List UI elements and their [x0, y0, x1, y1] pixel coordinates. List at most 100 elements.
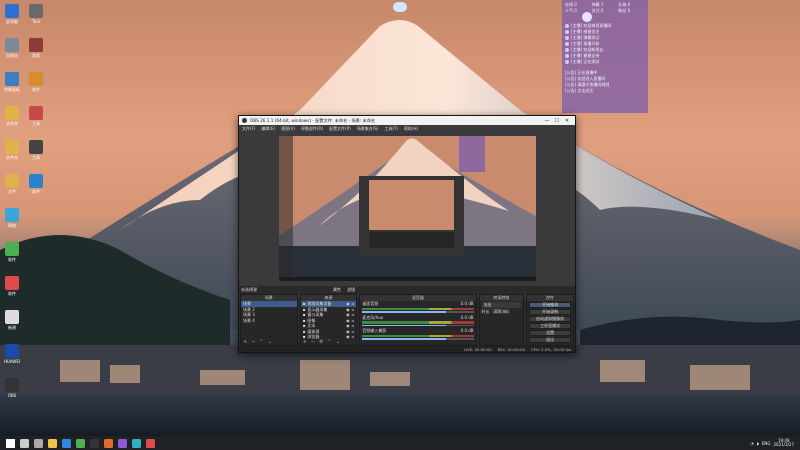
start-icon[interactable]	[5, 438, 15, 448]
control-button[interactable]: 工作室模式	[529, 323, 571, 329]
desktop-icon[interactable]: 网络	[0, 208, 24, 228]
app-icon[interactable]	[145, 438, 155, 448]
taskbar: ◔ ◗ ENG 19:48 2021/3/27	[0, 436, 800, 450]
volume-slider[interactable]	[362, 311, 474, 313]
user-dot-icon	[565, 35, 569, 40]
chat-message-text: [主播] 欢迎新朋友	[571, 47, 604, 52]
sources-footer: + − ⚙ ⌃ ⌄	[301, 338, 357, 345]
document-icon	[5, 310, 19, 324]
preview-canvas[interactable]	[279, 136, 536, 281]
search-icon[interactable]	[19, 438, 29, 448]
task-view-icon[interactable]	[33, 438, 43, 448]
stream-chat-panel[interactable]: 在线 0 弹幕 1 礼物 0 人气 0 关注 0 粉丝 0 [主播] 欢迎来到直播间 [主播…	[562, 0, 648, 113]
chat-message: [主播] 弹幕测试	[565, 35, 645, 40]
volume-fill	[362, 338, 446, 340]
transition-select[interactable]: 淡出	[481, 302, 522, 308]
app-icon[interactable]	[131, 438, 141, 448]
properties-button[interactable]: 属性	[333, 287, 341, 293]
chat-message-text: [主播] 弹幕测试	[571, 35, 600, 40]
rec-status: REC: 00:00:00	[497, 346, 525, 352]
filters-button[interactable]: 滤镜	[347, 287, 355, 293]
move-down-icon[interactable]: ⌄	[336, 339, 340, 345]
gear-icon[interactable]: ⚙	[319, 339, 323, 345]
move-down-icon[interactable]: ⌄	[268, 339, 272, 345]
app-icon	[29, 174, 43, 188]
duration-input[interactable]: 300 ms	[491, 308, 511, 314]
chrome-icon[interactable]	[75, 438, 85, 448]
scenes-footer: + − ⌃ ⌄	[241, 338, 297, 345]
sources-dock: 来源 ▪ 视频采集设备 ◉ ▫ ▪ 显示器采集 ◉ ▫ ▪ 窗口采集 ◉ ▫ ▪ 图像 ◉ ▫ ▪ 文本 ◉ ▫ ▪ 媒体…	[299, 294, 358, 346]
network-icon	[5, 208, 19, 222]
add-icon[interactable]: +	[243, 339, 247, 345]
language-indicator[interactable]: ENG	[762, 441, 771, 446]
chat-notices: [公告] 正在直播中 [公告] 欢迎进入直播间 [公告] 请遵守直播间规则 [公告] …	[565, 70, 645, 93]
network-icon[interactable]: ◔	[750, 441, 754, 446]
minimize-button[interactable]: —	[542, 118, 552, 124]
transitions-title: 转场特效	[479, 295, 524, 301]
desktop-icon[interactable]: 软件	[0, 242, 24, 262]
app-icon[interactable]	[103, 438, 113, 448]
volume-slider[interactable]	[362, 338, 474, 340]
desktop-icon[interactable]: 工具	[24, 140, 48, 160]
menu-item[interactable]: 文件(F)	[242, 126, 255, 132]
title-bar[interactable]: OBS 26.1.1 (64-bit, windows) - 配置文件: 未命名…	[239, 116, 575, 125]
obs-window[interactable]: OBS 26.1.1 (64-bit, windows) - 配置文件: 未命名…	[238, 115, 576, 353]
controls-list: 开始推流 开始录制 启动虚拟摄像机 工作室模式 设置 退出	[527, 302, 573, 343]
control-button[interactable]: 开始推流	[529, 302, 571, 308]
desktop-icon[interactable]: 此电脑	[0, 4, 24, 24]
add-icon[interactable]: +	[303, 339, 307, 345]
menu-item[interactable]: 编辑(E)	[261, 126, 275, 132]
scene-item[interactable]: 场景 4	[241, 318, 297, 324]
desktop-icon[interactable]: 控制面板	[0, 72, 24, 92]
move-up-icon[interactable]: ⌃	[328, 339, 332, 345]
volume-fill	[362, 324, 446, 326]
explorer-icon[interactable]	[47, 438, 57, 448]
source-list: ▪ 视频采集设备 ◉ ▫ ▪ 显示器采集 ◉ ▫ ▪ 窗口采集 ◉ ▫ ▪ 图像 ◉ ▫ ▪ 文本 ◉ ▫ ▪ 媒体源 ◉ ▫…	[300, 301, 357, 340]
desktop-icon[interactable]: 工具	[24, 106, 48, 126]
remove-icon[interactable]: −	[311, 339, 315, 345]
channel-header: 桌面音频 0.0 dB	[360, 301, 475, 307]
desktop-icon[interactable]: HUAWEI	[0, 344, 24, 364]
menu-item[interactable]: 视图(V)	[281, 126, 295, 132]
scenes-dock: 场景 场景 场景 2 场景 3 场景 4 + − ⌃ ⌄	[240, 294, 298, 346]
desktop-icon[interactable]: 软件	[24, 174, 48, 194]
desktop-icon-label: 此电脑	[6, 19, 18, 24]
desktop-icon[interactable]: 软件	[24, 72, 48, 92]
desktop-icon[interactable]: Tool	[24, 4, 48, 24]
app-icon[interactable]	[117, 438, 127, 448]
cloud-icon[interactable]	[393, 2, 407, 12]
menu-item[interactable]: 停靠部件(D)	[301, 126, 323, 132]
obs-icon[interactable]	[89, 438, 99, 448]
menu-item[interactable]: 帮助(H)	[404, 126, 418, 132]
control-button[interactable]: 开始录制	[529, 309, 571, 315]
remove-icon[interactable]: −	[251, 339, 255, 345]
channel-name: 麦克风/Aux	[362, 314, 384, 320]
desktop-icon[interactable]: 回收站	[0, 38, 24, 58]
desktop-icon[interactable]: OBS	[0, 378, 24, 398]
tool-icon	[29, 4, 43, 18]
channel-name: 音频输入捕获	[362, 328, 387, 333]
desktop-icon[interactable]: 软件	[0, 276, 24, 296]
volume-slider[interactable]	[362, 324, 474, 326]
control-button[interactable]: 启动虚拟摄像机	[529, 316, 571, 322]
desktop-icon[interactable]: 文件夹	[0, 106, 24, 126]
move-up-icon[interactable]: ⌃	[259, 339, 263, 345]
maximize-button[interactable]: ☐	[552, 118, 562, 124]
clock[interactable]: 19:48 2021/3/27	[773, 438, 794, 448]
game-icon	[29, 38, 43, 52]
desktop-icon-label: 软件	[32, 87, 40, 92]
menu-item[interactable]: 工具(T)	[384, 126, 398, 132]
status-bar: LIVE: 00:00:00 REC: 00:00:00 CPU: 2.0%, …	[239, 346, 575, 352]
edge-icon[interactable]	[61, 438, 71, 448]
duration-label: 时长	[481, 308, 490, 314]
menu-item[interactable]: 配置文件(P)	[329, 126, 351, 132]
menu-item[interactable]: 场景集合(S)	[357, 126, 379, 132]
volume-icon[interactable]: ◗	[757, 441, 759, 446]
desktop-icon[interactable]: 新建	[0, 310, 24, 330]
close-button[interactable]: ✕	[562, 118, 572, 124]
control-button[interactable]: 退出	[529, 337, 571, 343]
control-button[interactable]: 设置	[529, 330, 571, 336]
desktop-icon[interactable]: 文件夹	[0, 140, 24, 160]
desktop-icon[interactable]: 游戏	[24, 38, 48, 58]
desktop-icon[interactable]: 文件	[0, 174, 24, 194]
